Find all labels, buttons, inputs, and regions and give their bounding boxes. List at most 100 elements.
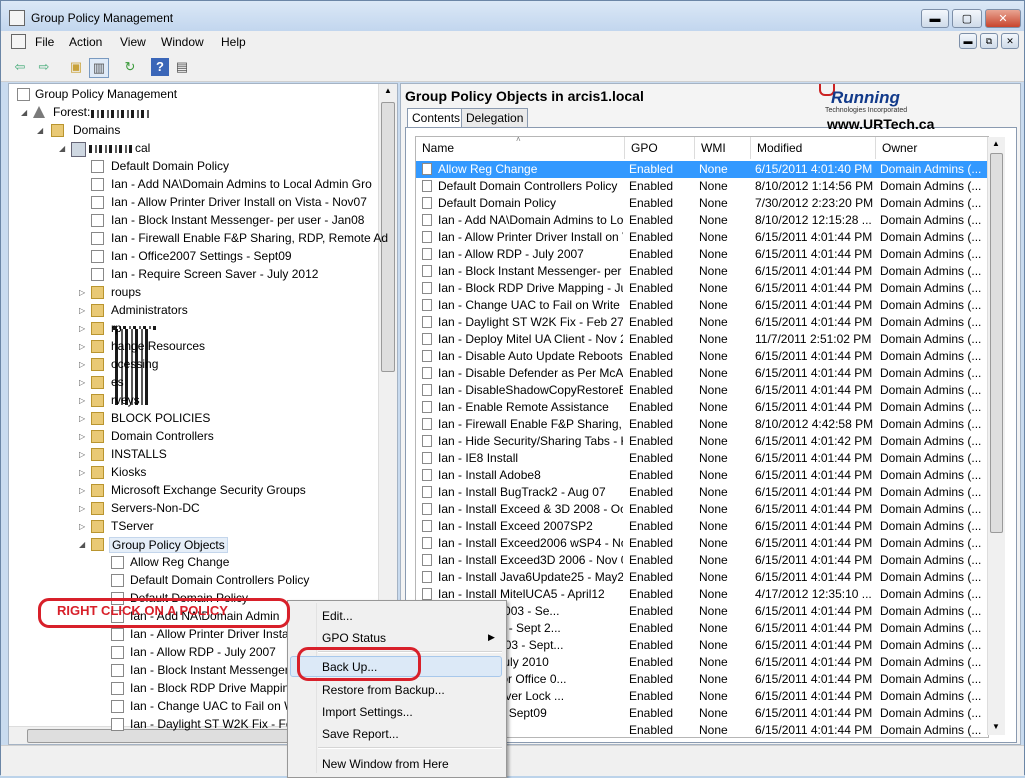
collapsed-triangle-icon[interactable]: ▷ [79,342,85,351]
mmc-document-icon[interactable] [11,34,26,49]
expanded-triangle-icon[interactable]: ◢ [79,540,85,549]
collapsed-triangle-icon[interactable]: ▷ [79,432,85,441]
wmi-filter-cell: None [699,213,728,227]
gpo-name-cell: Ian - Install Adobe8 [438,468,541,482]
forward-arrow-icon[interactable]: ⇨ [35,58,53,76]
owner-cell: Domain Admins (... [880,672,982,686]
gpo-status-cell: Enabled [629,451,674,465]
gpo-row[interactable]: Default Domain Policy Enabled None 7/30/201… [416,195,988,212]
gpo-row[interactable]: Ian - Block RDP Drive Mapping - Jul... En… [416,280,988,297]
gpo-row[interactable]: Ian - Enable Remote Assistance Enabled Non… [416,399,988,416]
collapsed-triangle-icon[interactable]: ▷ [79,504,85,513]
collapsed-triangle-icon[interactable]: ▷ [79,450,85,459]
gpo-row[interactable]: Ian - Firewall Enable F&P Sharing, R... E… [416,416,988,433]
close-button[interactable]: ✕ [985,9,1021,28]
collapsed-triangle-icon[interactable]: ▷ [79,288,85,297]
gpo-row[interactable]: Default Domain Controllers Policy Enabled… [416,178,988,195]
inner-minimize-button[interactable]: ▬ [959,33,977,49]
gpo-row[interactable]: Ian - Add NA\Domain Admins to Loc... Enab… [416,212,988,229]
menu-file[interactable]: File [35,35,54,49]
inner-close-button[interactable]: ✕ [1001,33,1019,49]
menu-item-gpo-status[interactable]: GPO Status [322,631,386,645]
gpo-row[interactable]: Ian - Install Exceed2006 wSP4 - Nov... En… [416,535,988,552]
gpo-row[interactable]: Ian - Disable Defender as Per McAfe... En… [416,365,988,382]
gpo-row[interactable]: Allow Reg Change Enabled None 6/15/2011 4:0… [416,161,988,178]
gpo-link-icon [91,196,104,209]
modified-cell: 6/15/2011 4:01:44 PM [755,706,873,720]
collapsed-triangle-icon[interactable]: ▷ [79,378,85,387]
collapsed-triangle-icon[interactable]: ▷ [79,396,85,405]
collapsed-triangle-icon[interactable]: ▷ [79,468,85,477]
menu-action[interactable]: Action [69,35,102,49]
gpo-icon [422,299,432,311]
menu-item-edit[interactable]: Edit... [322,609,353,623]
menu-item-restore-from-backup[interactable]: Restore from Backup... [322,683,445,697]
gpo-row[interactable]: Ian - Install Exceed & 3D 2008 - Oct 07 E… [416,501,988,518]
gpo-row[interactable]: Ian - Install Exceed 2007SP2 Enabled None 6… [416,518,988,535]
menu-item-import-settings[interactable]: Import Settings... [322,705,413,719]
gpo-row[interactable]: Ian - Daylight ST W2K Fix - Feb 27 07 Ena… [416,314,988,331]
scroll-up-icon[interactable]: ▲ [992,139,1000,148]
gpo-row[interactable]: Ian - DisableShadowCopyRestoreBut... Enab… [416,382,988,399]
gpo-row[interactable]: Ian - Allow RDP - July 2007 Enabled None 6/… [416,246,988,263]
gpo-status-cell: Enabled [629,383,674,397]
tab-delegation[interactable]: Delegation [461,108,529,127]
gpo-icon [111,682,124,695]
collapsed-triangle-icon[interactable]: ▷ [79,486,85,495]
column-header-modified[interactable]: Modified [751,137,876,159]
gpo-row[interactable]: Ian - Install Adobe8 Enabled None 6/15/2011… [416,467,988,484]
gpo-name-cell: Ian - DisableShadowCopyRestoreBut... [438,383,623,397]
gpo-status-cell: Enabled [629,281,674,295]
linked-gpo-item-label: Ian - Block Instant Messenger- per user … [111,213,365,227]
gpo-icon [422,316,432,328]
scroll-down-icon[interactable]: ▼ [992,722,1000,731]
results-vertical-scrollbar[interactable]: ▲ ▼ [987,137,1005,735]
refresh-icon[interactable]: ↻ [121,58,139,76]
properties-icon[interactable]: ▤ [173,58,191,76]
gpo-row[interactable]: Ian - Hide Security/Sharing Tabs - K... E… [416,433,988,450]
inner-restore-button[interactable]: ⧉ [980,33,998,49]
column-header-gpo-status[interactable]: GPO Status [625,137,695,177]
back-arrow-icon[interactable]: ⇦ [11,58,29,76]
expanded-triangle-icon[interactable]: ◢ [37,126,43,135]
gpo-row[interactable]: Ian - Allow Printer Driver Install on Vi… [416,229,988,246]
menu-view[interactable]: View [120,35,146,49]
owner-cell: Domain Admins (... [880,519,982,533]
modified-cell: 6/15/2011 4:01:44 PM [755,485,873,499]
gpo-row[interactable]: Ian - IE8 Install Enabled None 6/15/2011 4:… [416,450,988,467]
maximize-button[interactable]: ▢ [952,9,982,28]
gpo-row[interactable]: Ian - Install BugTrack2 - Aug 07 Enabled N… [416,484,988,501]
modified-cell: 6/15/2011 4:01:44 PM [755,298,873,312]
tab-contents[interactable]: Contents [407,108,466,127]
collapsed-triangle-icon[interactable]: ▷ [79,306,85,315]
expanded-triangle-icon[interactable]: ◢ [59,144,65,153]
show-hide-tree-icon[interactable]: ▥ [89,58,109,78]
tree-hscroll-thumb[interactable] [27,729,297,743]
modified-cell: 6/15/2011 4:01:44 PM [755,281,873,295]
gpo-row[interactable]: Ian - Install Java6Update25 - May2011 Ena… [416,569,988,586]
menu-help[interactable]: Help [221,35,246,49]
menu-item-save-report[interactable]: Save Report... [322,727,399,741]
results-scroll-thumb[interactable] [990,153,1003,533]
wmi-filter-cell: None [699,655,728,669]
help-icon[interactable]: ? [151,58,169,76]
gpo-row[interactable]: Ian - Disable Auto Update Reboots Enabled… [416,348,988,365]
column-header-owner[interactable]: Owner [876,137,988,159]
gpo-row[interactable]: Ian - Install Exceed3D 2006 - Nov 06 Enab… [416,552,988,569]
gpo-row[interactable]: Ian - Deploy Mitel UA Client - Nov 20...… [416,331,988,348]
menu-item-new-window[interactable]: New Window from Here [322,757,449,771]
scroll-up-icon[interactable]: ▲ [384,86,392,95]
menu-window[interactable]: Window [161,35,204,49]
expanded-triangle-icon[interactable]: ◢ [21,108,27,117]
minimize-button[interactable]: ▬ [921,9,949,28]
up-folder-icon[interactable]: ▣ [67,58,85,76]
collapsed-triangle-icon[interactable]: ▷ [79,360,85,369]
title-bar[interactable]: Group Policy Management ▬ ▢ ✕ [1,1,1024,31]
gpo-row[interactable]: Ian - Change UAC to Fail on Write to ...… [416,297,988,314]
gpo-status-cell: Enabled [629,417,674,431]
collapsed-triangle-icon[interactable]: ▷ [79,522,85,531]
column-header-wmi-filter[interactable]: WMI Fil... [695,137,751,177]
collapsed-triangle-icon[interactable]: ▷ [79,414,85,423]
collapsed-triangle-icon[interactable]: ▷ [79,324,85,333]
gpo-row[interactable]: Ian - Block Instant Messenger- per u... E… [416,263,988,280]
